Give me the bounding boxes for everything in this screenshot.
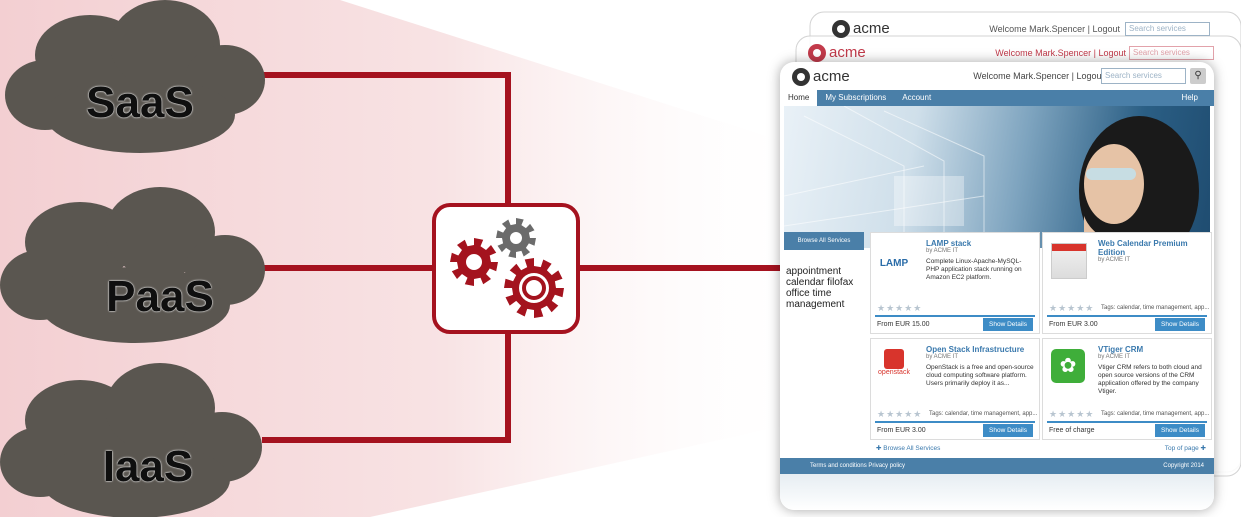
logo-text: acme: [813, 68, 850, 85]
lamp-logo-icon: LAMP: [879, 258, 909, 269]
welcome-text[interactable]: Welcome Mark.Spencer | Logout: [973, 71, 1104, 81]
browse-all-button[interactable]: Browse All Services: [784, 232, 864, 250]
tile-tags: Tags: calendar, time management, app...: [1101, 411, 1210, 417]
cloud-label-iaas: IaaS: [102, 442, 194, 491]
welcome-text: Welcome Mark.Spencer | Logout: [995, 48, 1126, 58]
browse-all-link-label: Browse All Services: [883, 445, 941, 452]
tile-divider: [875, 421, 1035, 423]
tab-my-subscriptions[interactable]: My Subscriptions: [817, 90, 894, 106]
search-input[interactable]: Search services: [1129, 46, 1214, 60]
rating-stars: ★★★★★: [1049, 409, 1095, 419]
tile-description: Vtiger CRM refers to both cloud and open…: [1098, 364, 1202, 395]
show-details-button[interactable]: Show Details: [1155, 424, 1205, 437]
search-icon[interactable]: ⚲: [1190, 68, 1206, 84]
tab-account[interactable]: Account: [894, 90, 939, 106]
tag-cloud[interactable]: appointment calendar filofax office time…: [786, 266, 866, 310]
copyright-text: Copyright 2014: [1163, 463, 1204, 469]
logo-text: acme: [829, 44, 866, 61]
show-details-button[interactable]: Show Details: [983, 424, 1033, 437]
portal-header: acme Welcome Mark.Spencer | Logout Searc…: [780, 62, 1214, 93]
show-details-button[interactable]: Show Details: [983, 318, 1033, 331]
tile-title[interactable]: LAMP stack: [926, 239, 1034, 248]
acme-portal-screenshot: acme Welcome Mark.Spencer | Logout Searc…: [780, 62, 1214, 510]
top-of-page-link[interactable]: Top of page ✚: [1165, 444, 1206, 452]
openstack-label: openstack: [878, 369, 910, 376]
browse-all-link[interactable]: ✚ Browse All Services: [876, 444, 940, 452]
service-tile-web-calendar[interactable]: Web Calendar Premium Edition by ACME IT …: [1042, 232, 1212, 334]
search-input[interactable]: Search services: [1125, 22, 1210, 36]
tile-tags: Tags: calendar, time management, app...: [929, 411, 1038, 417]
hero-banner: [784, 106, 1210, 248]
acme-logo[interactable]: acme: [792, 68, 850, 87]
tile-divider: [1047, 421, 1207, 423]
acme-logo-icon: [792, 68, 810, 87]
tile-description: Complete Linux-Apache-MySQL-PHP applicat…: [926, 258, 1022, 281]
tile-divider: [875, 315, 1035, 317]
hero-image: [784, 106, 1199, 248]
back-window-header-1: acme Welcome Mark.Spencer | Logout Searc…: [830, 18, 1230, 40]
back-window-header-2: acme Welcome Mark.Spencer | Logout Searc…: [806, 42, 1226, 64]
tile-author: by ACME IT: [1098, 257, 1131, 263]
tile-price: From EUR 3.00: [877, 427, 926, 434]
welcome-text: Welcome Mark.Spencer | Logout: [989, 24, 1120, 34]
tile-description: OpenStack is a free and open-source clou…: [926, 364, 1034, 387]
rating-stars: ★★★★★: [877, 409, 923, 419]
tile-divider: [1047, 315, 1207, 317]
rating-stars: ★★★★★: [877, 303, 923, 313]
reflection: [780, 474, 1214, 510]
footer-links[interactable]: Terms and conditions Privacy policy: [810, 463, 905, 469]
tile-price: From EUR 3.00: [1049, 321, 1098, 328]
tile-author: by ACME IT: [926, 354, 959, 360]
cloud-integration-diagram: SaaS PaaS IaaS acme Welcome Mark.Spencer…: [0, 0, 1241, 517]
portal-nav: Home My Subscriptions Account Help: [780, 90, 1214, 106]
portal-footer: Terms and conditions Privacy policy Copy…: [780, 458, 1214, 474]
tile-price: From EUR 15.00: [877, 321, 930, 328]
tile-title[interactable]: Web Calendar Premium Edition: [1098, 239, 1206, 257]
vtiger-paw-icon: ✿: [1051, 349, 1085, 383]
search-input[interactable]: Search services: [1101, 68, 1186, 84]
service-tile-lamp[interactable]: LAMP LAMP stack by ACME IT Complete Linu…: [870, 232, 1040, 334]
service-tile-openstack[interactable]: openstack Open Stack Infrastructure by A…: [870, 338, 1040, 440]
cloud-label-paas: PaaS: [106, 272, 214, 321]
tab-home[interactable]: Home: [780, 90, 818, 106]
top-of-page-label: Top of page: [1164, 445, 1199, 452]
rating-stars: ★★★★★: [1049, 303, 1095, 313]
acme-logo-icon: [832, 20, 850, 39]
calendar-icon: [1051, 243, 1087, 279]
service-tile-vtiger[interactable]: ✿ VTiger CRM by ACME IT Vtiger CRM refer…: [1042, 338, 1212, 440]
tile-tags: Tags: calendar, time management, app...: [1101, 305, 1210, 311]
logo-text: acme: [853, 20, 890, 37]
show-details-button[interactable]: Show Details: [1155, 318, 1205, 331]
tile-title[interactable]: Open Stack Infrastructure: [926, 345, 1034, 354]
tile-title[interactable]: VTiger CRM: [1098, 345, 1206, 354]
arrow-up-icon: ✚: [1198, 445, 1206, 452]
acme-logo-icon: [808, 44, 826, 63]
help-link[interactable]: Help: [1174, 90, 1206, 106]
tile-price: Free of charge: [1049, 427, 1095, 434]
tile-author: by ACME IT: [926, 248, 959, 254]
cloud-label-saas: SaaS: [86, 78, 194, 127]
openstack-logo-icon: openstack: [877, 349, 911, 383]
tile-author: by ACME IT: [1098, 354, 1131, 360]
